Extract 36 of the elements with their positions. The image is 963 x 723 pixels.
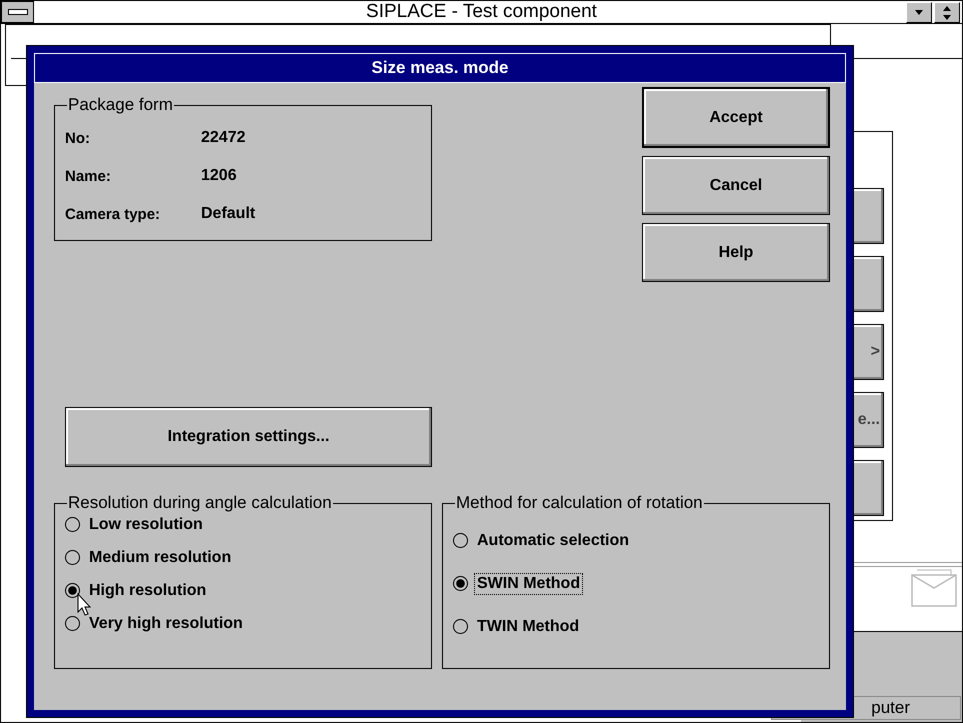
radio-button[interactable] xyxy=(453,533,468,548)
up-down-arrows-icon xyxy=(941,4,953,20)
option-label: Low resolution xyxy=(88,514,204,534)
mouse-cursor-icon xyxy=(77,593,91,617)
integration-settings-button[interactable]: Integration settings... xyxy=(65,407,432,467)
window-title: SIPLACE - Test component xyxy=(366,1,597,23)
radio-button[interactable] xyxy=(453,576,468,591)
group-title: Resolution during angle calculation xyxy=(67,493,333,513)
restore-button[interactable] xyxy=(934,2,960,23)
group-title: Package form xyxy=(67,95,174,115)
caret-down-icon xyxy=(913,8,925,16)
option-label: High resolution xyxy=(88,580,208,600)
field-value: 1206 xyxy=(201,167,237,185)
dialog-button[interactable]: Help xyxy=(642,223,830,282)
field-label: Name: xyxy=(65,168,112,184)
radio-button[interactable] xyxy=(453,619,468,634)
option-label: Medium resolution xyxy=(88,548,232,568)
radio-button[interactable] xyxy=(65,517,80,532)
option-label: SWIN Method xyxy=(474,572,584,594)
dialog-button[interactable]: Accept xyxy=(642,87,830,148)
field-value: Default xyxy=(201,205,256,223)
option-label: Very high resolution xyxy=(88,614,244,634)
field-label: Camera type: xyxy=(65,206,162,222)
radio-button[interactable] xyxy=(65,550,80,565)
dialog-title: Size meas. mode xyxy=(34,53,846,83)
radio-button[interactable] xyxy=(65,616,80,631)
status-text: puter xyxy=(871,698,910,718)
field-label: No: xyxy=(65,130,91,146)
system-menu-button[interactable] xyxy=(1,1,34,23)
minimize-button[interactable] xyxy=(906,2,932,23)
dialog-button[interactable]: Cancel xyxy=(642,156,830,215)
option-label: TWIN Method xyxy=(476,616,580,636)
field-value: 22472 xyxy=(201,129,246,147)
radio-button[interactable] xyxy=(65,583,80,598)
group-title: Method for calculation of rotation xyxy=(455,493,704,513)
option-label: Automatic selection xyxy=(476,530,630,550)
